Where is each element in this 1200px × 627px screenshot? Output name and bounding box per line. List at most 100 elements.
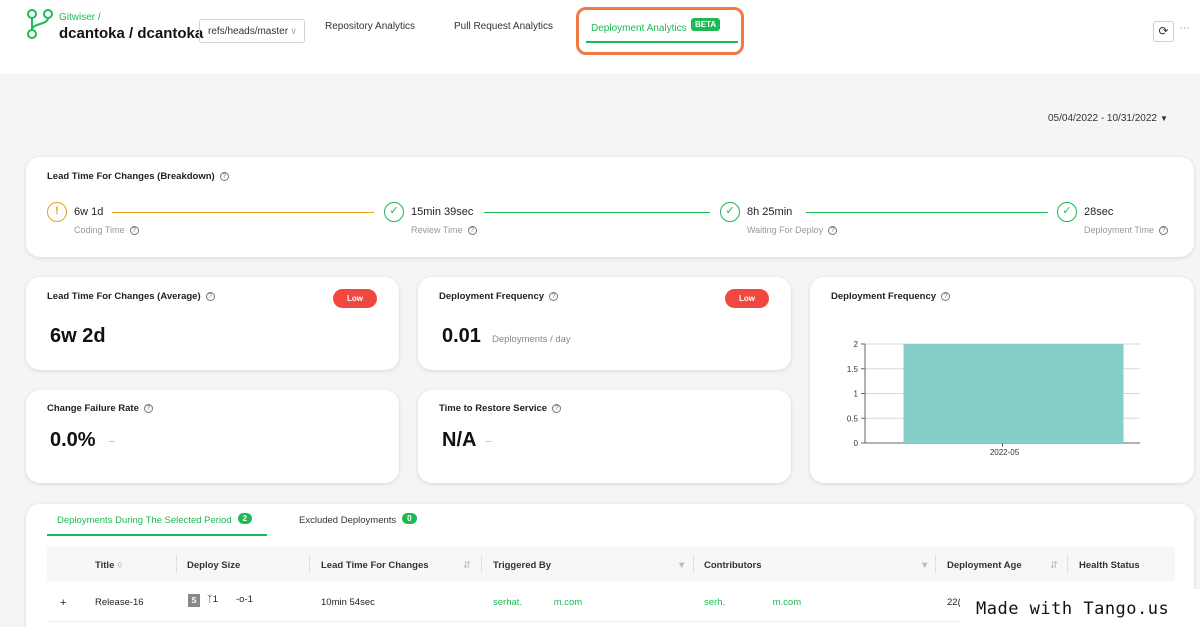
column-header-deployment-age[interactable]: Deployment Age [947, 560, 1022, 571]
tutorial-highlight-box [576, 7, 744, 55]
org-link[interactable]: Gitwiser / [59, 12, 101, 23]
column-divider [935, 555, 936, 573]
breakdown-title: Lead Time For Changes (Breakdown)? [47, 171, 229, 182]
cell-lead-time: 10min 54sec [321, 597, 375, 608]
cell-title: Release-16 [95, 597, 144, 608]
help-icon[interactable]: ? [549, 291, 559, 301]
column-divider [176, 555, 177, 573]
chevron-down-icon: ∨ [290, 26, 297, 36]
sort-icon[interactable]: ⇵ [463, 560, 471, 571]
breakdown-title-text: Lead Time For Changes (Breakdown) [47, 171, 215, 182]
x-tick-label: 2022-05 [990, 448, 1020, 457]
table-header: Title ⚲ Deploy Size Lead Time For Change… [47, 547, 1175, 581]
help-icon[interactable]: ? [552, 403, 562, 413]
y-tick-label: 0.5 [847, 414, 859, 423]
expand-row-button[interactable]: + [60, 597, 66, 609]
metric-value: N/A [442, 429, 477, 451]
count-badge: 0 [402, 513, 417, 524]
step-label: Coding Time? [74, 225, 139, 236]
filter-icon[interactable]: ▼ [920, 560, 929, 571]
step-value: 8h 25min [747, 206, 793, 218]
warning-icon: ! [47, 202, 67, 222]
step-connector [112, 212, 374, 213]
cell-deployment-age: 22( [947, 597, 961, 608]
sort-icon[interactable]: ⇵ [1050, 560, 1058, 571]
commit-icon: -o- [236, 594, 248, 605]
help-icon[interactable]: ? [219, 171, 229, 181]
help-icon[interactable]: ? [1159, 226, 1169, 236]
tab-label: Deployments During The Selected Period [57, 515, 232, 526]
column-divider [693, 555, 694, 573]
card-title: Change Failure Rate? [47, 403, 153, 414]
change-failure-rate-card: Change Failure Rate? 0.0% – [26, 390, 399, 483]
metric-value: 6w 2d [50, 325, 106, 347]
metric-value: 0.01 [442, 325, 481, 347]
help-icon[interactable]: ? [143, 403, 153, 413]
time-to-restore-card: Time to Restore Service? N/A – [418, 390, 791, 483]
step-value: 6w 1d [74, 206, 104, 218]
step-label: Review Time? [411, 225, 477, 236]
y-tick-label: 1 [854, 390, 859, 399]
column-divider [309, 555, 310, 573]
column-header-title[interactable]: Title ⚲ [95, 560, 123, 571]
size-badge: S [188, 594, 200, 607]
commit-count: -o-1 [236, 594, 253, 605]
refresh-button[interactable]: ⟳ [1153, 21, 1174, 42]
cell-triggered-by[interactable]: serhat. m.com [493, 597, 582, 608]
metric-trend: – [486, 436, 492, 447]
tab-excluded-deployments[interactable]: Excluded Deployments 0 [299, 513, 417, 526]
step-connector [806, 212, 1048, 213]
status-badge: Low [725, 289, 769, 308]
column-header-health-status[interactable]: Health Status [1079, 560, 1140, 571]
check-circle-icon: ✓ [384, 202, 404, 222]
column-divider [481, 555, 482, 573]
more-menu-button[interactable]: ··· [1179, 22, 1190, 34]
column-header-triggered-by[interactable]: Triggered By [493, 560, 551, 571]
refresh-icon: ⟳ [1158, 24, 1169, 38]
bar [903, 344, 1124, 443]
gitwiser-logo-icon [27, 9, 53, 39]
branch-select[interactable]: refs/heads/master ∨ [199, 19, 305, 43]
deployment-frequency-card: Deployment Frequency? Low 0.01 Deploymen… [418, 277, 791, 370]
help-icon[interactable]: ? [129, 226, 139, 236]
date-range-value: 05/04/2022 - 10/31/2022 [1048, 113, 1157, 124]
count-badge: 2 [237, 513, 253, 524]
caret-down-icon: ▼ [1159, 114, 1168, 123]
step-value: 15min 39sec [411, 206, 474, 218]
status-badge: Low [333, 289, 377, 308]
column-header-deploy-size[interactable]: Deploy Size [187, 560, 240, 571]
search-icon[interactable]: ⚲ [117, 561, 123, 570]
active-tab-underline [47, 534, 267, 536]
step-label: Deployment Time? [1084, 225, 1169, 236]
app-header: Gitwiser / dcantoka / dcantoka refs/head… [0, 0, 1200, 74]
filter-icon[interactable]: ▼ [677, 560, 686, 571]
step-label: Waiting For Deploy? [747, 225, 838, 236]
card-title: Deployment Frequency? [439, 291, 559, 302]
column-header-lead-time[interactable]: Lead Time For Changes [321, 560, 429, 571]
column-header-contributors[interactable]: Contributors [704, 560, 762, 571]
metric-trend: – [109, 436, 115, 447]
repo-title: dcantoka / dcantoka [59, 25, 204, 42]
date-range-picker[interactable]: 05/04/2022 - 10/31/2022 ▼ [1048, 113, 1168, 124]
help-icon[interactable]: ? [828, 226, 838, 236]
check-circle-icon: ✓ [720, 202, 740, 222]
step-connector [484, 212, 710, 213]
y-tick-label: 0 [854, 439, 859, 448]
branch-count: ᛉ1 [207, 594, 218, 605]
help-icon[interactable]: ? [467, 226, 477, 236]
bar-chart: 0 0.5 1 1.5 2 2022-05 [847, 340, 1140, 457]
tab-pull-request-analytics[interactable]: Pull Request Analytics [454, 21, 553, 32]
y-tick-label: 2 [854, 340, 859, 349]
tab-repository-analytics[interactable]: Repository Analytics [325, 21, 415, 32]
tab-deployments-selected-period[interactable]: Deployments During The Selected Period 2 [57, 513, 253, 526]
branch-value: refs/heads/master [208, 26, 289, 37]
column-divider [1067, 555, 1068, 573]
help-icon[interactable]: ? [205, 291, 215, 301]
cell-contributors[interactable]: serh. m.com [704, 597, 801, 608]
lead-time-average-card: Lead Time For Changes (Average)? Low 6w … [26, 277, 399, 370]
card-title: Time to Restore Service? [439, 403, 562, 414]
metric-unit: Deployments / day [492, 334, 571, 345]
tango-watermark: Made with Tango.us [960, 589, 1200, 627]
metric-value: 0.0% [50, 429, 96, 451]
step-value: 28sec [1084, 206, 1114, 218]
